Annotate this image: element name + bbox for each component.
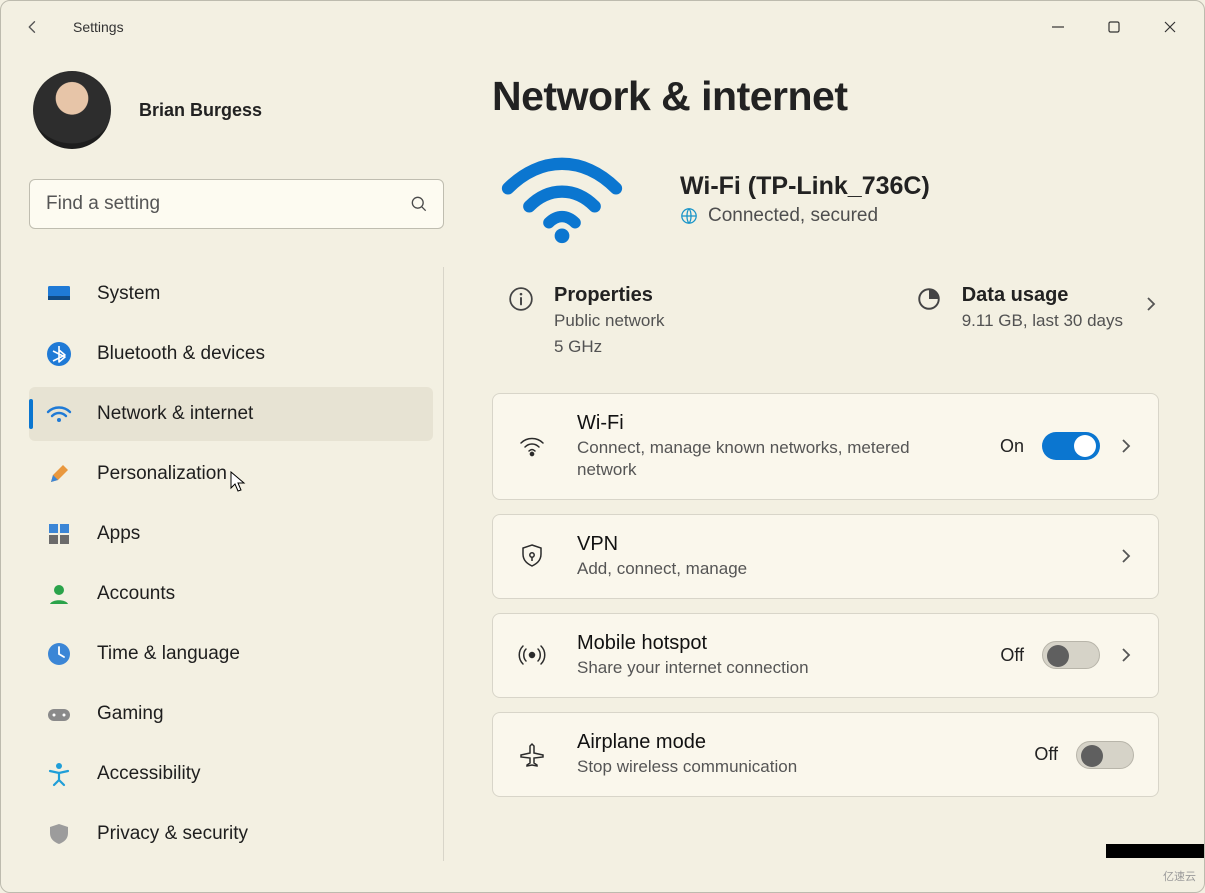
page-title: Network & internet [492, 73, 1159, 120]
back-arrow-icon [24, 18, 42, 36]
personalization-icon [45, 460, 73, 488]
sidebar: Brian Burgess System Bluetooth & devices [1, 53, 456, 892]
vpn-icon [517, 541, 547, 571]
maximize-icon [1107, 20, 1121, 34]
gaming-icon [45, 700, 73, 728]
wifi-large-icon [492, 154, 632, 244]
wifi-toggle[interactable] [1042, 432, 1100, 460]
info-row: Properties Public network 5 GHz Data usa… [492, 284, 1159, 359]
airplane-toggle[interactable] [1076, 741, 1134, 769]
properties-title: Properties [554, 284, 665, 307]
accessibility-icon [45, 760, 73, 788]
window-controls [1030, 7, 1198, 47]
sidebar-item-label: Accessibility [97, 763, 200, 785]
card-sub: Stop wireless communication [577, 756, 797, 778]
sidebar-item-label: Time & language [97, 643, 240, 665]
card-title: VPN [577, 533, 747, 556]
toggle-label: On [1000, 436, 1024, 457]
sidebar-item-label: Privacy & security [97, 823, 248, 845]
card-title: Mobile hotspot [577, 632, 809, 655]
search-box[interactable] [29, 179, 444, 229]
data-usage-block[interactable]: Data usage 9.11 GB, last 30 days [916, 284, 1123, 333]
search-icon [409, 194, 429, 214]
card-title: Wi-Fi [577, 412, 937, 435]
data-usage-icon [916, 286, 942, 312]
hotspot-icon [517, 640, 547, 670]
sidebar-item-accounts[interactable]: Accounts [29, 567, 433, 621]
time-icon [45, 640, 73, 668]
maximize-button[interactable] [1086, 7, 1142, 47]
close-button[interactable] [1142, 7, 1198, 47]
card-wifi[interactable]: Wi-Fi Connect, manage known networks, me… [492, 393, 1159, 500]
back-button[interactable] [19, 13, 47, 41]
airplane-icon [517, 740, 547, 770]
accounts-icon [45, 580, 73, 608]
card-sub: Add, connect, manage [577, 558, 747, 580]
sidebar-item-label: Gaming [97, 703, 164, 725]
sidebar-item-label: Personalization [97, 463, 227, 485]
card-airplane[interactable]: Airplane mode Stop wireless communicatio… [492, 712, 1159, 797]
minimize-icon [1051, 20, 1065, 34]
system-icon [45, 280, 73, 308]
card-hotspot[interactable]: Mobile hotspot Share your internet conne… [492, 613, 1159, 698]
close-icon [1163, 20, 1177, 34]
bluetooth-icon [45, 340, 73, 368]
sidebar-item-label: Network & internet [97, 403, 253, 425]
search-input[interactable] [44, 192, 409, 216]
toggle-label: Off [1034, 744, 1058, 765]
info-icon [508, 286, 534, 312]
card-title: Airplane mode [577, 731, 797, 754]
sidebar-item-label: Accounts [97, 583, 175, 605]
wifi-ssid: Wi-Fi (TP-Link_736C) [680, 172, 930, 201]
data-usage-line1: 9.11 GB, last 30 days [962, 309, 1123, 333]
nav-list: System Bluetooth & devices Network & int… [29, 267, 444, 861]
sidebar-item-privacy[interactable]: Privacy & security [29, 807, 433, 861]
sidebar-item-network[interactable]: Network & internet [29, 387, 433, 441]
properties-line2: 5 GHz [554, 335, 665, 359]
hotspot-toggle[interactable] [1042, 641, 1100, 669]
app-title: Settings [73, 19, 124, 35]
avatar [33, 71, 111, 149]
data-usage-title: Data usage [962, 284, 1123, 307]
sidebar-item-accessibility[interactable]: Accessibility [29, 747, 433, 801]
wifi-icon [45, 400, 73, 428]
sidebar-item-label: Bluetooth & devices [97, 343, 265, 365]
wifi-status: Connected, secured [708, 205, 878, 227]
account-name: Brian Burgess [139, 100, 262, 121]
settings-cards: Wi-Fi Connect, manage known networks, me… [492, 393, 1159, 797]
account-block[interactable]: Brian Burgess [29, 71, 444, 149]
chevron-right-icon [1118, 548, 1134, 564]
wifi-status-block: Wi-Fi (TP-Link_736C) Connected, secured [492, 154, 1159, 244]
sidebar-item-apps[interactable]: Apps [29, 507, 433, 561]
sidebar-item-label: Apps [97, 523, 140, 545]
chevron-right-icon [1118, 647, 1134, 663]
sidebar-item-gaming[interactable]: Gaming [29, 687, 433, 741]
globe-icon [680, 207, 698, 225]
wifi-icon [517, 431, 547, 461]
properties-line1: Public network [554, 309, 665, 333]
privacy-icon [45, 820, 73, 848]
card-sub: Share your internet connection [577, 657, 809, 679]
sidebar-item-personalization[interactable]: Personalization [29, 447, 433, 501]
titlebar: Settings [1, 1, 1204, 53]
properties-block[interactable]: Properties Public network 5 GHz [508, 284, 665, 359]
watermark: 亿速云 [1163, 868, 1196, 884]
watermark-box [1106, 844, 1204, 858]
main-content: Network & internet Wi-Fi (TP-Link_736C) … [456, 53, 1204, 892]
minimize-button[interactable] [1030, 7, 1086, 47]
sidebar-item-label: System [97, 283, 160, 305]
card-sub: Connect, manage known networks, metered … [577, 437, 937, 481]
chevron-right-icon [1118, 438, 1134, 454]
sidebar-item-bluetooth[interactable]: Bluetooth & devices [29, 327, 433, 381]
card-vpn[interactable]: VPN Add, connect, manage [492, 514, 1159, 599]
sidebar-item-system[interactable]: System [29, 267, 433, 321]
apps-icon [45, 520, 73, 548]
chevron-right-icon [1143, 296, 1159, 312]
sidebar-item-time[interactable]: Time & language [29, 627, 433, 681]
toggle-label: Off [1000, 645, 1024, 666]
